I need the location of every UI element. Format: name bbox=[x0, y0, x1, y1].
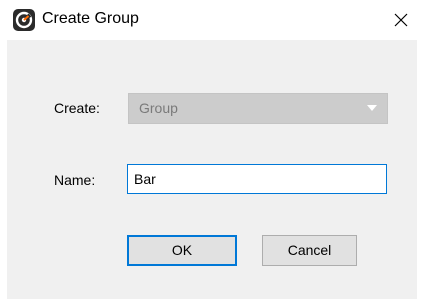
close-button[interactable] bbox=[378, 0, 424, 40]
create-group-dialog: Create Group Create: Group Name: OK Canc… bbox=[0, 0, 424, 306]
title-bar: Create Group bbox=[0, 0, 424, 40]
create-label: Create: bbox=[54, 100, 100, 116]
create-type-value: Group bbox=[139, 100, 178, 116]
create-type-select[interactable]: Group bbox=[128, 93, 388, 124]
cancel-button[interactable]: Cancel bbox=[262, 235, 357, 266]
dialog-body: Create: Group Name: OK Cancel bbox=[7, 40, 417, 299]
ok-button[interactable]: OK bbox=[127, 235, 237, 266]
close-icon bbox=[394, 13, 408, 27]
name-label: Name: bbox=[54, 172, 96, 188]
chevron-down-icon bbox=[367, 105, 377, 111]
window-title: Create Group bbox=[42, 10, 139, 27]
app-logo-icon bbox=[13, 9, 35, 31]
name-input[interactable] bbox=[127, 164, 387, 194]
